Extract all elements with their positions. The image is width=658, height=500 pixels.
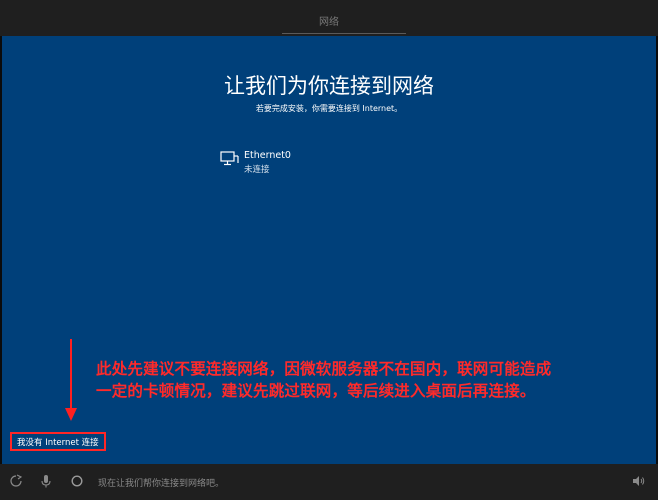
page-subtitle: 若要完成安装，你需要连接到 Internet。 [255, 104, 403, 113]
accessibility-icon[interactable] [9, 474, 23, 488]
page-tab-title: 网络 [319, 17, 339, 28]
panel-edge-left [0, 36, 2, 464]
title-bar: 网络 [0, 0, 658, 36]
network-status: 未连接 [244, 165, 270, 175]
page-title: 让我们为你连接到网络 [224, 74, 434, 98]
network-item-ethernet0[interactable]: Ethernet0 未连接 [218, 148, 398, 178]
annotation-line-2: 一定的卡顿情况，建议先跳过联网，等后续进入桌面后再连接。 [96, 382, 536, 400]
taskbar: 现在让我们帮你连接到网络吧。 [0, 464, 658, 500]
cortana-circle-icon[interactable] [70, 474, 84, 488]
microphone-icon[interactable] [39, 474, 53, 488]
annotation-line-1: 此处先建议不要连接网络，因微软服务器不在国内，联网可能造成 [96, 360, 552, 378]
red-annotation-note: 此处先建议不要连接网络，因微软服务器不在国内，联网可能造成 一定的卡顿情况，建议… [96, 358, 636, 402]
annotation-arrow-head [65, 408, 77, 421]
assistant-caption: 现在让我们帮你连接到网络吧。 [98, 479, 225, 489]
volume-icon[interactable] [631, 474, 645, 488]
annotation-arrow [70, 339, 72, 410]
tab-indicator [282, 33, 406, 34]
ethernet-icon [220, 151, 239, 166]
network-name: Ethernet0 [244, 150, 291, 161]
no-internet-link[interactable]: 我没有 Internet 连接 [10, 432, 106, 451]
